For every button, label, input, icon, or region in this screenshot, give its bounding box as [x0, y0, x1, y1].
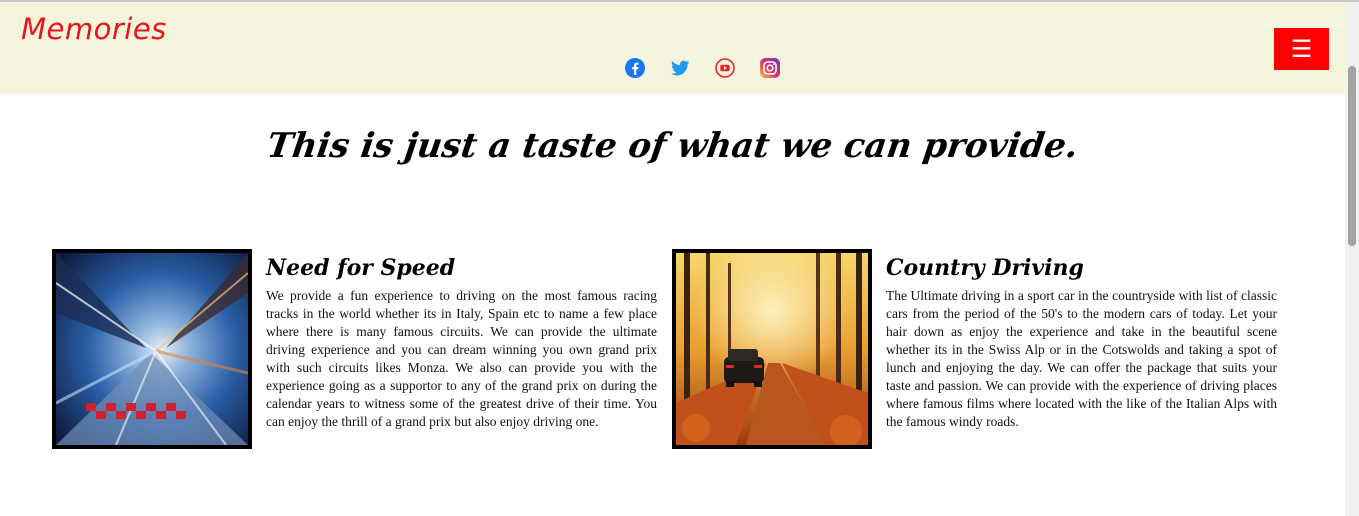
facebook-icon[interactable]	[624, 57, 646, 79]
forest-road-car-image	[672, 249, 872, 449]
youtube-icon[interactable]	[714, 57, 736, 79]
hamburger-icon: ☰	[1290, 35, 1313, 63]
hamburger-menu-button[interactable]: ☰	[1274, 28, 1329, 70]
site-header: Memories ☰	[0, 2, 1345, 94]
card-title: Country Driving	[886, 255, 1084, 281]
card-title: Need for Speed	[266, 255, 456, 281]
instagram-icon[interactable]	[759, 57, 781, 79]
page-tagline: This is just a taste of what we can prov…	[264, 126, 1081, 166]
card-description: We provide a fun experience to driving o…	[266, 288, 657, 429]
card-content: Country Driving The Ultimate driving in …	[886, 249, 1277, 431]
social-links	[624, 57, 781, 79]
card-description: The Ultimate driving in a sport car in t…	[886, 288, 1277, 429]
page-scrollbar[interactable]	[1345, 2, 1359, 516]
racing-track-image	[52, 249, 252, 449]
twitter-icon[interactable]	[669, 57, 691, 79]
card-content: Need for Speed We provide a fun experien…	[266, 249, 657, 431]
brand-logo[interactable]: Memories	[21, 12, 167, 46]
scrollbar-thumb[interactable]	[1348, 66, 1356, 246]
